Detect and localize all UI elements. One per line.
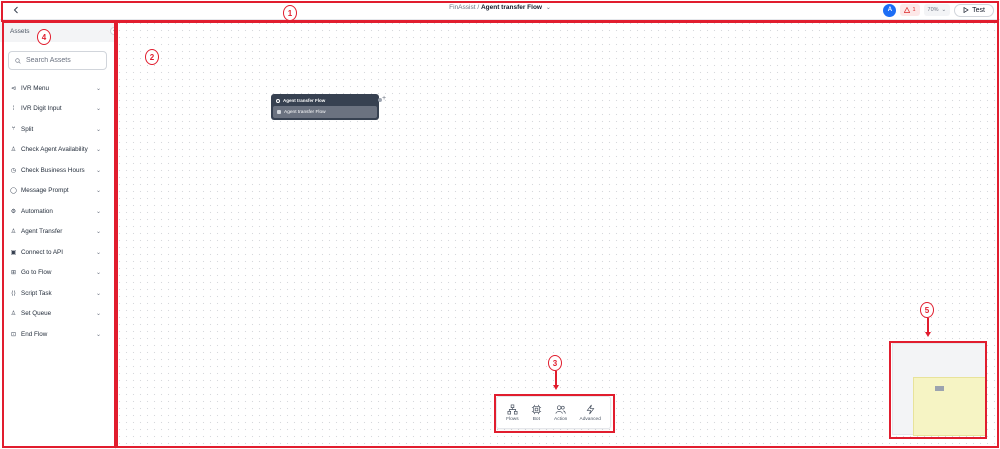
annotation-box-1 xyxy=(1,1,999,22)
annotation-label-5: 5 xyxy=(920,302,934,318)
annotation-arrowhead-3 xyxy=(553,385,559,390)
annotation-label-2: 2 xyxy=(145,49,159,65)
annotation-arrowhead-5 xyxy=(925,332,931,337)
annotation-arrow-5 xyxy=(927,318,929,332)
annotation-box-3 xyxy=(494,394,615,433)
annotation-label-1: 1 xyxy=(283,5,297,21)
annotation-box-4 xyxy=(2,21,116,448)
annotation-label-3: 3 xyxy=(548,355,562,371)
annotation-label-4: 4 xyxy=(37,29,51,45)
app-root: FinAssist / Agent transfer Flow ⌄ A 1 70… xyxy=(0,0,1000,449)
annotation-box-2 xyxy=(116,21,999,448)
annotation-box-5 xyxy=(889,341,987,439)
annotation-arrow-3 xyxy=(555,371,557,385)
